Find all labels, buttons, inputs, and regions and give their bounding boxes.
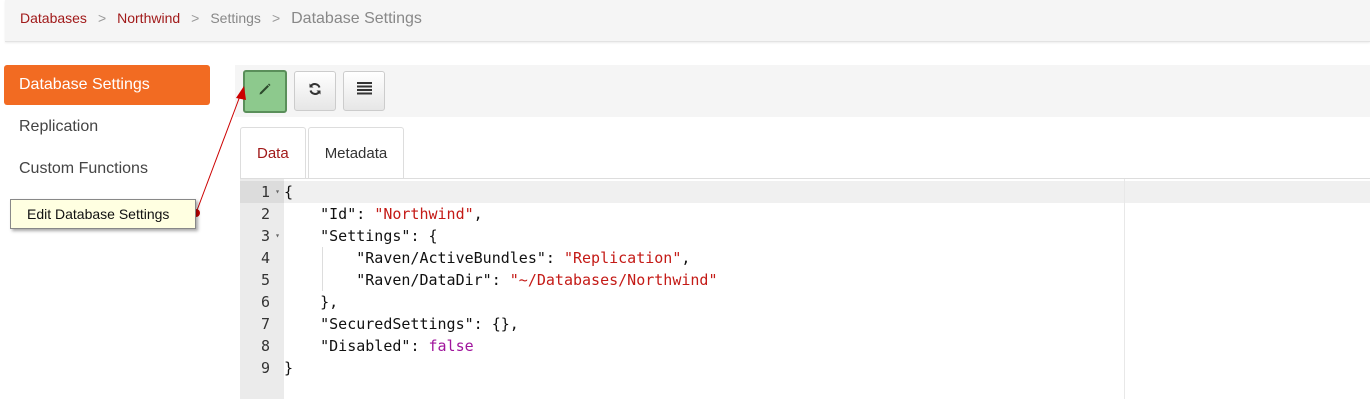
tooltip-edit-database-settings: Edit Database Settings — [10, 199, 196, 229]
annotation-arrow — [192, 86, 246, 217]
